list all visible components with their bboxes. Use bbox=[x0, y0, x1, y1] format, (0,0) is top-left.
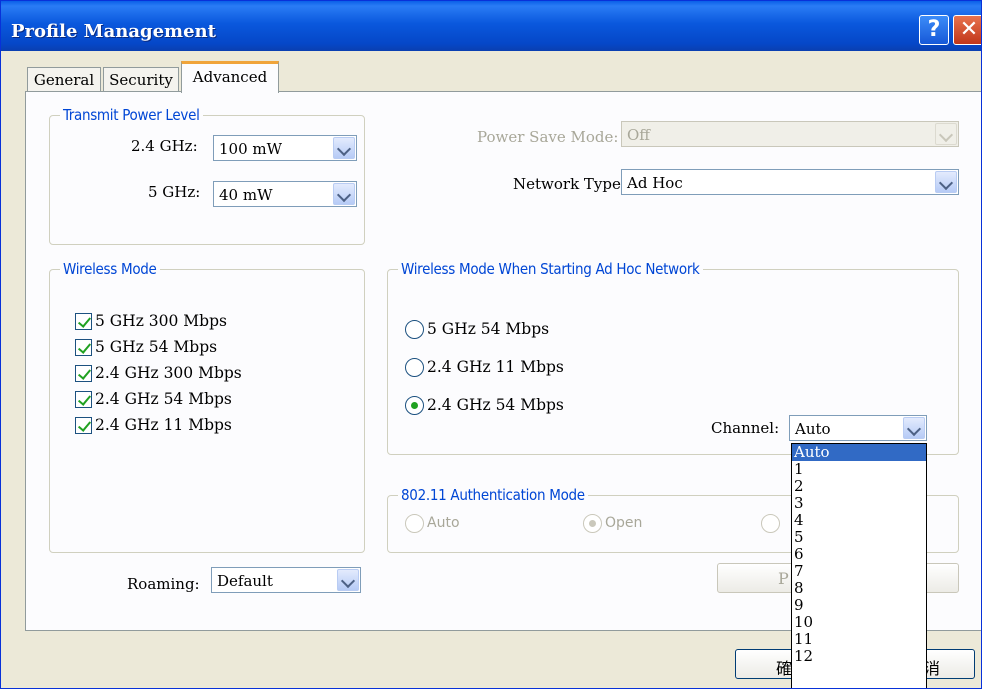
chevron-down-icon[interactable] bbox=[935, 123, 957, 145]
power-save-value: Off bbox=[627, 126, 650, 144]
ghz24-power-value: 100 mW bbox=[219, 140, 283, 158]
roaming-value: Default bbox=[217, 572, 273, 590]
close-button[interactable]: ✕ bbox=[953, 15, 981, 45]
ghz5-power-label: 5 GHz: bbox=[148, 183, 201, 201]
channel-value: Auto bbox=[795, 420, 831, 438]
channel-option[interactable]: 8 bbox=[792, 580, 926, 597]
checkbox-checked-icon[interactable] bbox=[75, 365, 92, 382]
ghz5-power-select[interactable]: 40 mW bbox=[213, 181, 357, 207]
chevron-down-icon[interactable] bbox=[333, 137, 355, 159]
channel-dropdown-list: Auto 1 2 3 4 5 6 7 8 9 10 11 12 bbox=[791, 443, 927, 688]
roaming-label: Roaming: bbox=[127, 575, 200, 593]
radio-button-selected-icon[interactable] bbox=[583, 514, 602, 533]
checkbox-checked-icon[interactable] bbox=[75, 417, 92, 434]
chevron-down-icon[interactable] bbox=[337, 569, 359, 591]
transmit-power-legend: Transmit Power Level bbox=[60, 106, 203, 124]
chevron-down-icon[interactable] bbox=[333, 183, 355, 205]
channel-option[interactable]: 11 bbox=[792, 631, 926, 648]
channel-option[interactable]: 6 bbox=[792, 546, 926, 563]
channel-option[interactable]: 2 bbox=[792, 478, 926, 495]
adhoc-mode-option-label: 2.4 GHz 54 Mbps bbox=[427, 396, 564, 414]
wireless-mode-option-label: 2.4 GHz 300 Mbps bbox=[95, 364, 242, 382]
roaming-select[interactable]: Default bbox=[211, 567, 361, 593]
channel-option[interactable]: 9 bbox=[792, 597, 926, 614]
power-save-select[interactable]: Off bbox=[621, 121, 959, 147]
channel-option[interactable]: 4 bbox=[792, 512, 926, 529]
power-save-label: Power Save Mode: bbox=[477, 128, 619, 146]
radio-button-icon[interactable] bbox=[405, 358, 424, 377]
channel-label: Channel: bbox=[711, 419, 780, 437]
channel-option[interactable]: 1 bbox=[792, 461, 926, 478]
tab-advanced[interactable]: Advanced bbox=[181, 61, 279, 93]
title-bar: Profile Management ? ✕ bbox=[1, 1, 981, 51]
profile-management-window: Profile Management ? ✕ General Security … bbox=[0, 0, 982, 689]
preferred-aps-button-label: P bbox=[778, 569, 789, 588]
ghz24-power-select[interactable]: 100 mW bbox=[213, 135, 357, 161]
help-button[interactable]: ? bbox=[919, 15, 949, 45]
adhoc-mode-option-label: 5 GHz 54 Mbps bbox=[427, 320, 550, 338]
network-type-value: Ad Hoc bbox=[627, 174, 683, 192]
ghz24-power-label: 2.4 GHz: bbox=[131, 137, 198, 155]
tab-general[interactable]: General bbox=[27, 67, 101, 93]
channel-option[interactable]: 3 bbox=[792, 495, 926, 512]
channel-select[interactable]: Auto bbox=[789, 415, 927, 441]
ok-button-label: 確 bbox=[776, 659, 793, 678]
tab-security[interactable]: Security bbox=[103, 67, 179, 93]
chevron-down-icon[interactable] bbox=[935, 171, 957, 193]
channel-option-auto[interactable]: Auto bbox=[792, 444, 926, 461]
wireless-mode-option-label: 5 GHz 300 Mbps bbox=[95, 312, 227, 330]
radio-button-icon[interactable] bbox=[405, 514, 424, 533]
channel-option[interactable]: 12 bbox=[792, 648, 926, 665]
checkbox-checked-icon[interactable] bbox=[75, 313, 92, 330]
radio-button-icon[interactable] bbox=[761, 514, 780, 533]
checkbox-checked-icon[interactable] bbox=[75, 391, 92, 408]
ghz5-power-value: 40 mW bbox=[219, 186, 273, 204]
channel-option[interactable]: 7 bbox=[792, 563, 926, 580]
adhoc-mode-option-label: 2.4 GHz 11 Mbps bbox=[427, 358, 564, 376]
radio-button-icon[interactable] bbox=[405, 320, 424, 339]
auth-mode-legend: 802.11 Authentication Mode bbox=[398, 486, 588, 504]
checkbox-checked-icon[interactable] bbox=[75, 339, 92, 356]
channel-option[interactable]: 5 bbox=[792, 529, 926, 546]
auth-mode-option-label: Open bbox=[605, 515, 643, 531]
radio-button-selected-icon[interactable] bbox=[405, 396, 424, 415]
adhoc-mode-legend: Wireless Mode When Starting Ad Hoc Netwo… bbox=[398, 260, 703, 278]
window-title: Profile Management bbox=[11, 21, 216, 42]
network-type-label: Network Type: bbox=[513, 175, 626, 193]
wireless-mode-option-label: 2.4 GHz 54 Mbps bbox=[95, 390, 232, 408]
wireless-mode-legend: Wireless Mode bbox=[60, 260, 160, 278]
network-type-select[interactable]: Ad Hoc bbox=[621, 169, 959, 195]
channel-option[interactable]: 10 bbox=[792, 614, 926, 631]
auth-mode-option-label: Auto bbox=[427, 515, 460, 531]
chevron-down-icon[interactable] bbox=[903, 417, 925, 439]
wireless-mode-option-label: 2.4 GHz 11 Mbps bbox=[95, 416, 232, 434]
wireless-mode-option-label: 5 GHz 54 Mbps bbox=[95, 338, 218, 356]
